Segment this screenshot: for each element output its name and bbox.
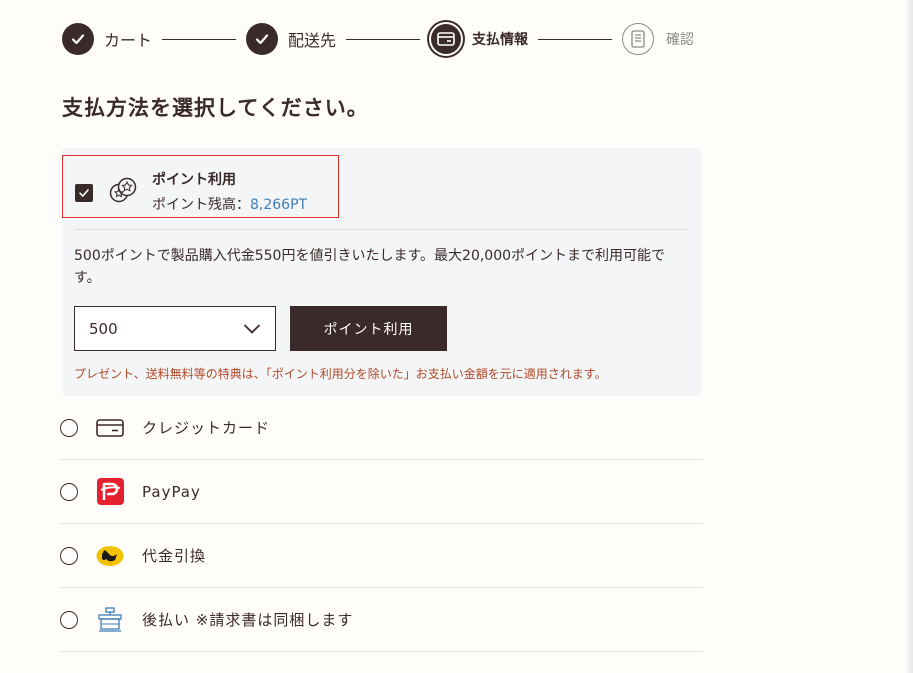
payment-label: クレジットカード — [142, 419, 271, 437]
page-title: 支払方法を選択してください。 — [62, 95, 369, 120]
payment-option-deferred[interactable]: 後払い ※請求書は同梱します — [60, 588, 703, 652]
step-cart[interactable]: カート — [62, 23, 152, 55]
point-amount-select[interactable]: 500 — [74, 306, 276, 351]
point-amount-value: 500 — [89, 319, 118, 338]
payment-option-cod[interactable]: 代金引換 — [60, 524, 703, 588]
point-balance-label: ポイント残高： — [152, 197, 250, 213]
step-label: 支払情報 — [472, 32, 529, 48]
step-label: 配送先 — [288, 31, 337, 50]
payment-radio[interactable] — [60, 546, 78, 565]
point-usage-title: ポイント利用 — [152, 172, 236, 188]
checkout-stepper: カート 配送先 支払情報 確認 — [62, 22, 694, 56]
convenience-store-icon — [96, 606, 124, 634]
coins-icon — [108, 176, 138, 208]
point-usage-description: 500ポイントで製品購入代金550円を値引きいたします。最大20,000ポイント… — [74, 248, 666, 286]
divider — [74, 229, 688, 230]
document-icon — [622, 23, 655, 55]
apply-points-button[interactable]: ポイント利用 — [290, 306, 447, 351]
payment-label: PayPay — [142, 482, 201, 501]
payment-radio[interactable] — [60, 418, 78, 437]
yamato-icon — [96, 542, 124, 570]
point-balance: ポイント残高：8,266PT — [152, 194, 307, 214]
payment-radio[interactable] — [60, 610, 78, 629]
payment-option-credit-card[interactable]: クレジットカード — [60, 396, 703, 460]
payment-label: 後払い ※請求書は同梱します — [142, 611, 354, 629]
step-shipping[interactable]: 配送先 — [246, 23, 336, 55]
point-balance-value: 8,266PT — [250, 197, 308, 213]
step-connector — [162, 38, 237, 40]
step-label: 確認 — [666, 32, 695, 48]
step-label: カート — [104, 31, 153, 50]
step-payment: 支払情報 — [430, 24, 528, 54]
step-confirm: 確認 — [622, 23, 694, 55]
scrollbar-track[interactable] — [907, 0, 913, 673]
point-usage-header: ポイント利用 ポイント残高：8,266PT — [62, 155, 339, 218]
payment-option-paypay[interactable]: PayPay — [60, 460, 703, 524]
point-usage-panel: ポイント利用 ポイント残高：8,266PT 500ポイントで製品購入代金550円… — [62, 148, 702, 396]
payment-label: 代金引換 — [142, 547, 207, 565]
payment-method-list: クレジットカード PayPay 代金引換 後払い ※請求書は同梱します — [60, 396, 703, 652]
credit-card-icon — [96, 414, 124, 442]
check-icon — [246, 23, 279, 55]
card-icon — [431, 24, 462, 54]
step-connector — [538, 38, 613, 40]
chevron-down-icon — [243, 321, 261, 339]
point-usage-note: プレゼント、送料無料等の特典は、「ポイント利用分を除いた」お支払い金額を元に適用… — [74, 367, 607, 381]
step-connector — [346, 38, 421, 40]
point-usage-checkbox[interactable] — [75, 184, 93, 202]
payment-radio[interactable] — [60, 482, 78, 501]
paypay-icon — [96, 478, 124, 506]
checkout-page: カート 配送先 支払情報 確認 支払方法を選択してください。 ポイント利用 ポイ… — [0, 0, 913, 673]
check-icon — [62, 23, 94, 55]
